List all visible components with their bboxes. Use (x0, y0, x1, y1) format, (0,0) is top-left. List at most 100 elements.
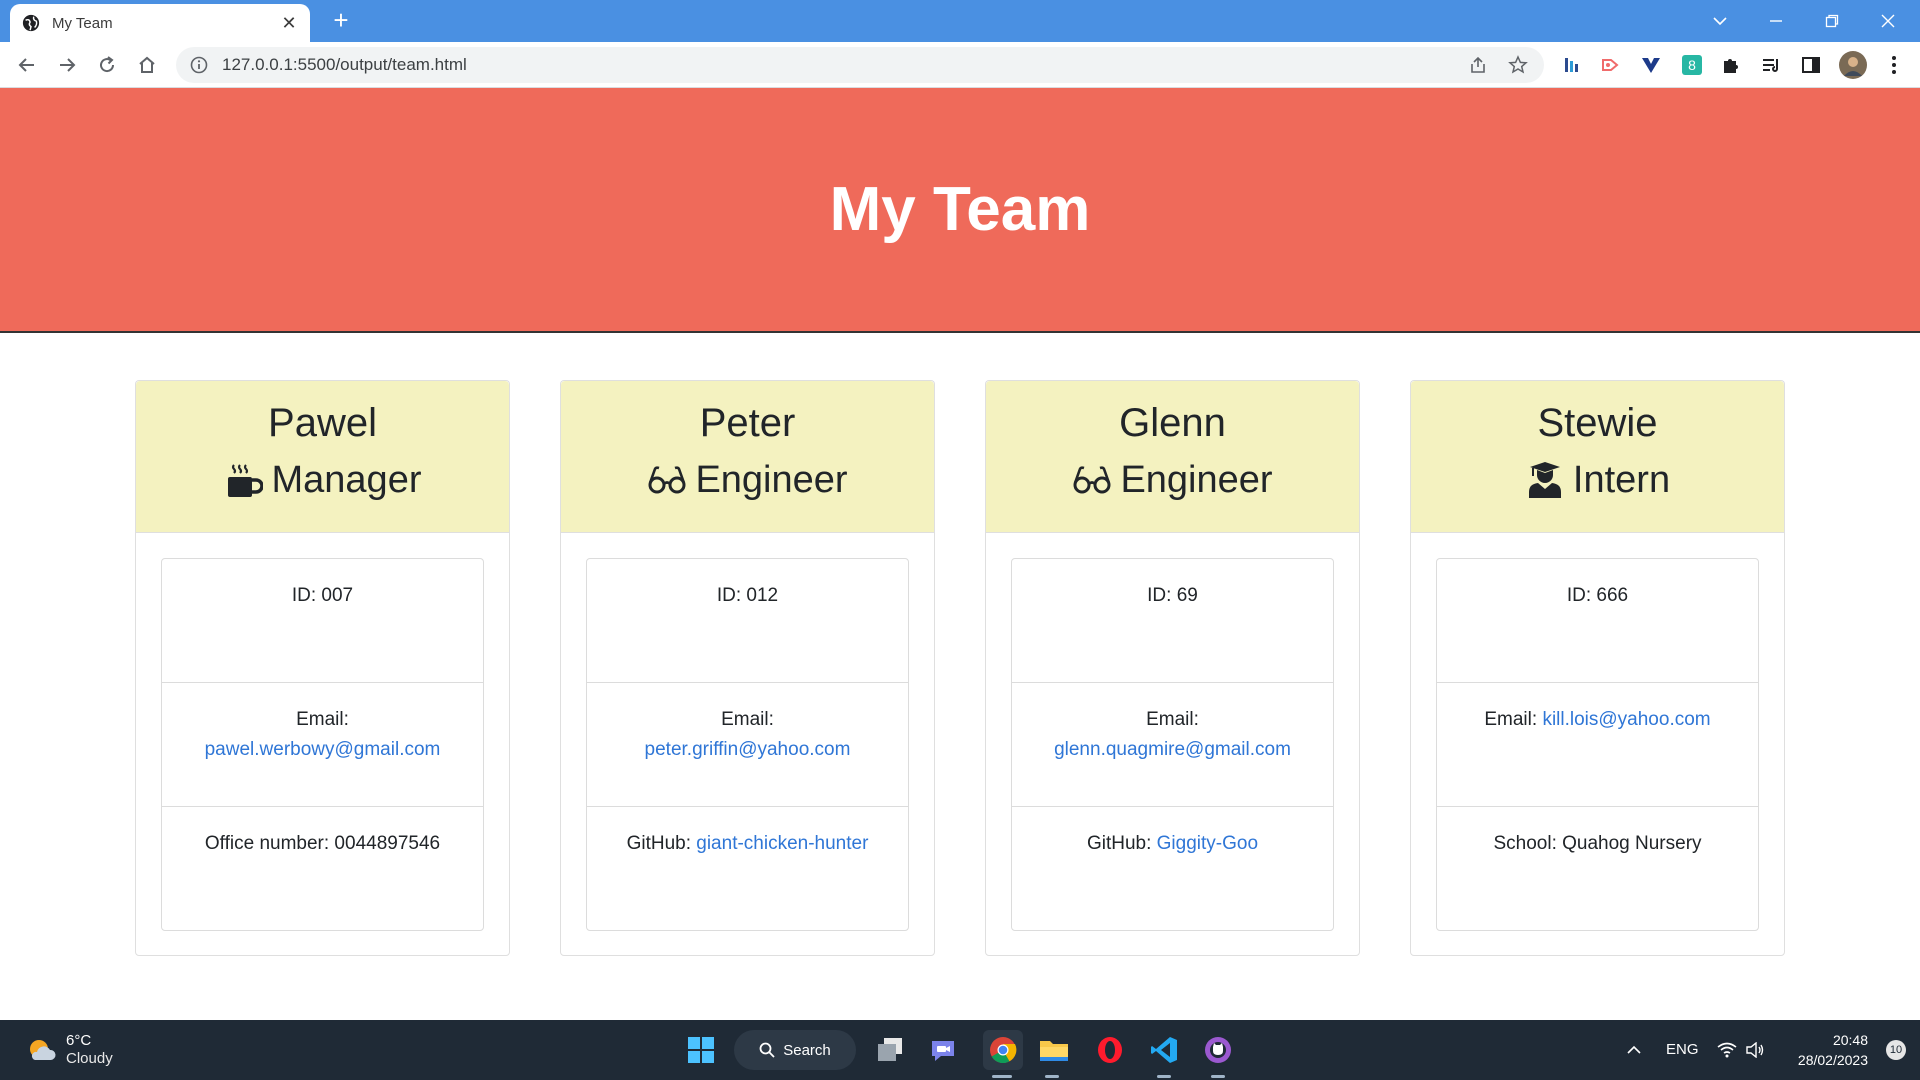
weather-temperature: 6°C (66, 1032, 92, 1049)
windows-start-icon[interactable] (684, 1033, 718, 1067)
email-item: Email: pawel.werbowy@gmail.com (162, 683, 483, 807)
email-link[interactable]: glenn.quagmire@gmail.com (1054, 739, 1291, 760)
employee-card: Pawel Manager ID: 007 Email: pawel.werbo… (135, 380, 510, 956)
weather-widget[interactable]: 6°C Cloudy (26, 1032, 113, 1068)
search-icon (759, 1042, 775, 1058)
extensions-puzzle-icon[interactable] (1719, 53, 1743, 77)
profile-avatar[interactable] (1839, 51, 1867, 79)
github-item: GitHub: Giggity-Goo (1012, 807, 1333, 931)
email-link[interactable]: peter.griffin@yahoo.com (645, 739, 851, 760)
glasses-icon (647, 460, 687, 500)
file-explorer-icon[interactable] (1037, 1033, 1071, 1067)
task-view-icon[interactable] (873, 1033, 907, 1067)
id-text: ID: 69 (1147, 585, 1198, 606)
id-item: ID: 69 (1012, 559, 1333, 683)
github-desktop-icon[interactable] (1201, 1033, 1235, 1067)
language-indicator[interactable]: ENG (1666, 1041, 1699, 1058)
site-info-icon[interactable] (190, 56, 208, 74)
extension-v-icon[interactable] (1639, 53, 1663, 77)
employee-role: Engineer (561, 457, 934, 503)
card-header: Peter Engineer (561, 381, 934, 533)
active-app-indicator (992, 1075, 1012, 1078)
details-list: ID: 007 Email: pawel.werbowy@gmail.com O… (161, 558, 484, 931)
extension-8-icon[interactable]: 8 (1680, 53, 1704, 77)
notification-badge[interactable]: 10 (1886, 1040, 1906, 1060)
email-label: Email: (1484, 709, 1538, 730)
search-label: Search (783, 1041, 831, 1059)
extension-arrow-icon[interactable] (1599, 53, 1623, 77)
bookmark-star-icon[interactable] (1506, 53, 1530, 77)
restore-icon[interactable] (1804, 0, 1860, 42)
url-text[interactable]: 127.0.0.1:5500/output/team.html (222, 55, 1450, 75)
volume-icon[interactable] (1742, 1033, 1768, 1067)
clock-time: 20:48 (1832, 1032, 1868, 1048)
id-text: ID: 007 (291, 585, 354, 606)
employee-card: Stewie Intern ID: 666 Email: kill.lois@y… (1410, 380, 1785, 956)
card-header: Stewie Intern (1411, 381, 1784, 533)
employee-role: Engineer (986, 457, 1359, 503)
tab-search-icon[interactable] (1692, 0, 1748, 42)
svg-text:8: 8 (1688, 57, 1696, 73)
forward-icon[interactable] (52, 50, 82, 80)
employee-name: Glenn (1119, 401, 1226, 445)
card-header: Glenn Engineer (986, 381, 1359, 533)
email-label: Email: (1146, 709, 1199, 730)
browser-tab-bar: My Team ✕ + (0, 0, 1920, 42)
taskbar-search[interactable]: Search (734, 1030, 856, 1070)
school-item: School: Quahog Nursery (1437, 807, 1758, 931)
employee-role: Intern (1411, 457, 1784, 503)
id-item: ID: 666 (1437, 559, 1758, 683)
email-link[interactable]: kill.lois@yahoo.com (1542, 709, 1710, 730)
details-list: ID: 012 Email: peter.griffin@yahoo.com G… (586, 558, 909, 931)
github-item: GitHub: giant-chicken-hunter (587, 807, 908, 931)
browser-tab[interactable]: My Team ✕ (10, 4, 310, 42)
side-panel-icon[interactable] (1799, 53, 1823, 77)
office-number-item: Office number: 0044897546 (162, 807, 483, 931)
employee-card: Glenn Engineer ID: 69 Email: glenn.quagm… (985, 380, 1360, 956)
open-app-indicator (1045, 1075, 1059, 1078)
minimize-icon[interactable] (1748, 0, 1804, 42)
employee-card: Peter Engineer ID: 012 Email: peter.grif… (560, 380, 935, 956)
new-tab-icon[interactable]: + (326, 6, 356, 36)
chrome-icon[interactable] (983, 1030, 1023, 1070)
office-number-text: Office number: 0044897546 (204, 833, 441, 854)
back-icon[interactable] (12, 50, 42, 80)
reading-list-icon[interactable] (1759, 53, 1783, 77)
github-label: GitHub: (1086, 833, 1152, 854)
role-label: Engineer (1120, 459, 1273, 501)
mug-icon (224, 460, 264, 500)
graduate-icon (1525, 460, 1565, 500)
employee-name: Pawel (268, 401, 377, 445)
email-item: Email: kill.lois@yahoo.com (1437, 683, 1758, 807)
tab-title: My Team (52, 14, 113, 32)
github-link[interactable]: Giggity-Goo (1157, 833, 1258, 854)
system-clock[interactable]: 20:48 28/02/2023 (1798, 1030, 1868, 1070)
reload-icon[interactable] (92, 50, 122, 80)
show-hidden-icons-chevron[interactable] (1622, 1033, 1646, 1067)
id-item: ID: 012 (587, 559, 908, 683)
email-label: Email: (296, 709, 349, 730)
page-title: My Team (829, 175, 1091, 244)
teams-chat-icon[interactable] (926, 1033, 960, 1067)
role-label: Manager (271, 459, 422, 501)
extension-bars-icon[interactable] (1560, 53, 1584, 77)
details-list: ID: 666 Email: kill.lois@yahoo.com Schoo… (1436, 558, 1759, 931)
close-window-icon[interactable] (1860, 0, 1916, 42)
address-bar[interactable]: 127.0.0.1:5500/output/team.html (176, 47, 1544, 83)
vscode-icon[interactable] (1147, 1033, 1181, 1067)
github-label: GitHub: (626, 833, 691, 854)
wifi-icon[interactable] (1714, 1033, 1740, 1067)
card-header: Pawel Manager (136, 381, 509, 533)
home-icon[interactable] (132, 50, 162, 80)
email-link[interactable]: pawel.werbowy@gmail.com (205, 739, 441, 760)
github-link[interactable]: giant-chicken-hunter (696, 833, 868, 854)
taskbar: 6°C Cloudy Search ENG 20:48 28/02/2023 1… (0, 1020, 1920, 1080)
chrome-menu-icon[interactable] (1882, 53, 1906, 77)
weather-condition: Cloudy (66, 1050, 113, 1067)
share-icon[interactable] (1466, 53, 1490, 77)
role-label: Engineer (695, 459, 848, 501)
weather-cloud-sun-icon (30, 1040, 56, 1060)
opera-icon[interactable] (1093, 1033, 1127, 1067)
details-list: ID: 69 Email: glenn.quagmire@gmail.com G… (1011, 558, 1334, 931)
close-tab-icon[interactable]: ✕ (280, 13, 298, 34)
